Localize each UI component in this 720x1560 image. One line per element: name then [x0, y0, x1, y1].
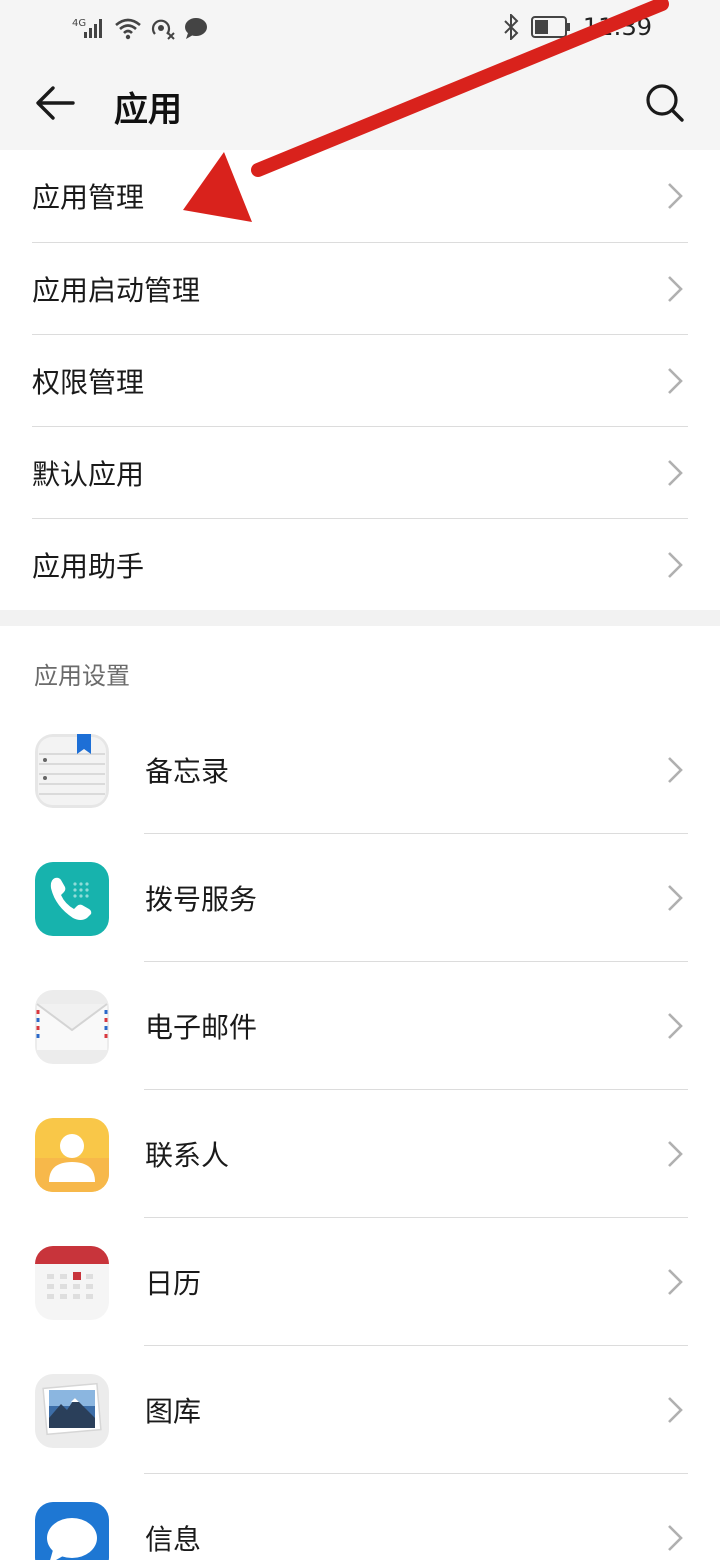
- bluetooth-icon: [504, 14, 519, 40]
- menu-item-label: 应用启动管理: [32, 273, 201, 307]
- clock: 11:39: [582, 13, 652, 41]
- status-icons-left: 4G: [72, 14, 208, 42]
- app-item-gallery[interactable]: 图库: [0, 1346, 720, 1474]
- app-item-label: 图库: [145, 1395, 202, 1428]
- page-title: 应用: [114, 90, 182, 130]
- menu-item-default-apps[interactable]: 默认应用: [32, 426, 688, 518]
- status-icons-right: 11:39: [503, 12, 652, 42]
- chevron-right-icon: [668, 1013, 683, 1039]
- menu-item-label: 权限管理: [32, 365, 145, 399]
- status-bar: 4G 11:39: [0, 0, 720, 56]
- app-item-label: 日历: [145, 1267, 202, 1300]
- main-menu: 应用管理 应用启动管理 权限管理 默认应用 应用助手: [0, 150, 720, 610]
- app-item-contacts[interactable]: 联系人: [0, 1090, 720, 1218]
- chevron-right-icon: [668, 183, 683, 209]
- contacts-icon: [35, 1118, 109, 1192]
- phone-icon: [35, 862, 109, 936]
- svg-text:4G: 4G: [72, 18, 86, 29]
- app-settings-section: 应用设置 备忘录 拨号服务 电子邮件 联系人 日历 图库 信息: [0, 626, 720, 1560]
- search-button[interactable]: [640, 78, 690, 128]
- chevron-right-icon: [668, 885, 683, 911]
- app-item-label: 电子邮件: [145, 1011, 258, 1044]
- notepad-icon: [35, 734, 109, 808]
- section-title: 应用设置: [34, 662, 130, 690]
- section-divider: [0, 610, 720, 626]
- menu-item-label: 应用助手: [32, 549, 145, 583]
- back-arrow-icon: [36, 86, 75, 120]
- battery-icon: [530, 16, 570, 38]
- email-icon: [35, 990, 109, 1064]
- gallery-icon: [35, 1374, 109, 1448]
- chevron-right-icon: [668, 1141, 683, 1167]
- hotspot-icon: [151, 19, 175, 40]
- app-item-label: 拨号服务: [145, 883, 258, 916]
- app-item-label: 备忘录: [145, 755, 230, 788]
- app-item-calendar[interactable]: 日历: [0, 1218, 720, 1346]
- wifi-icon: [115, 18, 141, 40]
- app-list: 备忘录 拨号服务 电子邮件 联系人 日历 图库 信息: [0, 706, 720, 1560]
- chevron-right-icon: [668, 551, 683, 578]
- chevron-right-icon: [668, 367, 683, 394]
- search-icon: [646, 84, 684, 122]
- app-item-notepad[interactable]: 备忘录: [0, 706, 720, 834]
- chevron-right-icon: [668, 1525, 683, 1551]
- menu-item-label: 默认应用: [32, 457, 145, 491]
- calendar-icon: [35, 1246, 109, 1320]
- app-item-email[interactable]: 电子邮件: [0, 962, 720, 1090]
- menu-item-app-launch[interactable]: 应用启动管理: [32, 242, 688, 334]
- app-item-dialer[interactable]: 拨号服务: [0, 834, 720, 962]
- chevron-right-icon: [668, 459, 683, 486]
- app-item-label: 信息: [145, 1523, 202, 1556]
- chat-notification-icon: [185, 18, 207, 39]
- app-item-label: 联系人: [145, 1139, 230, 1172]
- menu-item-app-management[interactable]: 应用管理: [32, 150, 688, 242]
- chevron-right-icon: [668, 1269, 683, 1295]
- menu-item-app-assistant[interactable]: 应用助手: [32, 518, 688, 610]
- chevron-right-icon: [668, 1397, 683, 1423]
- app-item-messages[interactable]: 信息: [0, 1474, 720, 1560]
- chevron-right-icon: [668, 757, 683, 783]
- chevron-right-icon: [668, 275, 683, 302]
- back-button[interactable]: [28, 78, 82, 128]
- menu-item-label: 应用管理: [32, 181, 145, 214]
- menu-item-permissions[interactable]: 权限管理: [32, 334, 688, 426]
- signal-icon: 4G: [72, 18, 102, 38]
- app-header: 应用: [0, 56, 720, 150]
- messages-icon: [35, 1502, 109, 1560]
